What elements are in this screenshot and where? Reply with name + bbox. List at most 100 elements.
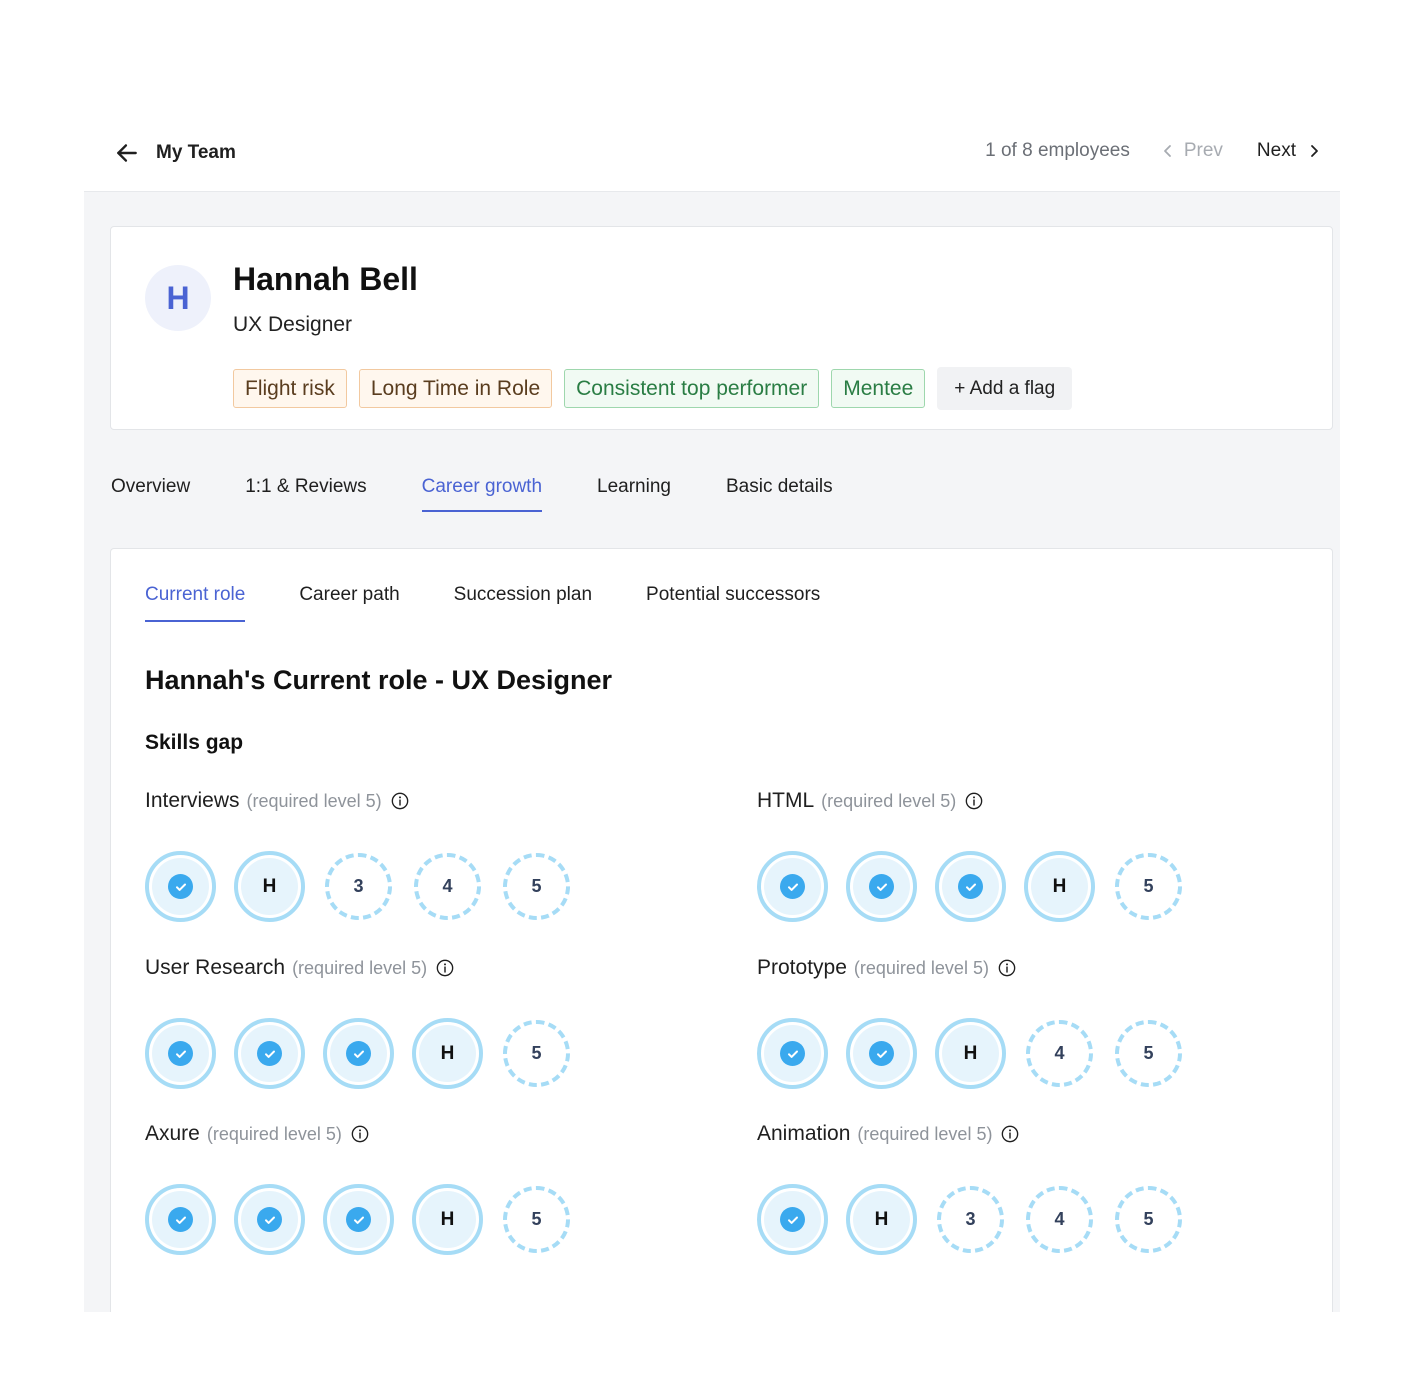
- skill-level-track: H5: [145, 1184, 625, 1255]
- current-level-initial: H: [1052, 875, 1067, 897]
- level-pending: 4: [1026, 1186, 1093, 1253]
- back-to-my-team[interactable]: My Team: [114, 140, 236, 166]
- career-growth-panel: Current role Career path Succession plan…: [110, 548, 1333, 1312]
- section-title: Hannah's Current role - UX Designer: [145, 665, 613, 695]
- flag-long-time-in-role[interactable]: Long Time in Role: [358, 369, 553, 408]
- skill-name: HTML: [757, 789, 815, 812]
- current-level-marker: H: [935, 1018, 1006, 1089]
- level-pending: 5: [1115, 1186, 1182, 1253]
- level-number: 5: [531, 876, 542, 896]
- top-bar: My Team 1 of 8 employees Prev Next: [84, 120, 1340, 192]
- flag-consistent-top-performer[interactable]: Consistent top performer: [564, 369, 820, 408]
- chevron-left-icon: [1163, 145, 1171, 157]
- flag-mentee[interactable]: Mentee: [831, 369, 926, 408]
- flag-flight-risk[interactable]: Flight risk: [233, 369, 347, 408]
- tab-learning[interactable]: Learning: [597, 476, 671, 512]
- skill-header: Animation (required level 5): [757, 1120, 1237, 1148]
- skill-name: Animation: [757, 1122, 851, 1145]
- check-icon: [869, 874, 894, 899]
- skill-header: HTML (required level 5): [757, 787, 1237, 815]
- skill-block: HTML (required level 5) H 5: [757, 787, 1237, 922]
- current-level-initial: H: [440, 1208, 455, 1230]
- level-pending: 5: [1115, 1020, 1182, 1087]
- prev-label: Prev: [1183, 140, 1223, 161]
- info-icon[interactable]: [436, 959, 454, 977]
- check-icon: [168, 874, 193, 899]
- skill-requirement: (required level 5): [821, 790, 957, 811]
- skill-level-track: H 3 4 5: [145, 851, 625, 922]
- current-level-marker: H: [234, 851, 305, 922]
- skill-level-track: H 4 5: [757, 1018, 1237, 1089]
- back-label: My Team: [156, 142, 236, 163]
- check-icon: [346, 1041, 371, 1066]
- skill-requirement: (required level 5): [857, 1123, 993, 1144]
- level-number: 5: [1143, 1209, 1154, 1229]
- subtab-career-path[interactable]: Career path: [299, 584, 399, 622]
- level-pending: 5: [503, 1186, 570, 1253]
- skill-requirement: (required level 5): [246, 790, 382, 811]
- current-level-initial: H: [963, 1042, 978, 1064]
- level-pending: 3: [937, 1186, 1004, 1253]
- employee-pager: 1 of 8 employees Prev Next: [985, 140, 1322, 162]
- info-icon[interactable]: [965, 792, 983, 810]
- level-number: 5: [531, 1043, 542, 1063]
- check-icon: [869, 1041, 894, 1066]
- info-icon[interactable]: [351, 1125, 369, 1143]
- level-achieved-check-icon: [145, 851, 216, 922]
- skill-block: Animation (required level 5) H 3 4 5: [757, 1120, 1237, 1255]
- level-number: 3: [965, 1209, 976, 1229]
- level-number: 3: [353, 876, 364, 896]
- tab-basic-details[interactable]: Basic details: [726, 476, 833, 512]
- current-level-initial: H: [440, 1042, 455, 1064]
- level-achieved-check-icon: [323, 1184, 394, 1255]
- check-icon: [257, 1207, 282, 1232]
- level-achieved-check-icon: [145, 1018, 216, 1089]
- skill-header: Prototype (required level 5): [757, 954, 1237, 982]
- current-level-marker: H: [1024, 851, 1095, 922]
- info-icon[interactable]: [391, 792, 409, 810]
- tab-reviews[interactable]: 1:1 & Reviews: [245, 476, 366, 512]
- level-achieved-check-icon: [757, 851, 828, 922]
- skill-block: Prototype (required level 5) H 4 5: [757, 954, 1237, 1089]
- level-number: 4: [1054, 1209, 1065, 1229]
- level-achieved-check-icon: [846, 851, 917, 922]
- flag-list: Flight risk Long Time in Role Consistent…: [233, 367, 1073, 410]
- level-pending: 5: [503, 1020, 570, 1087]
- info-icon[interactable]: [998, 959, 1016, 977]
- current-level-marker: H: [846, 1184, 917, 1255]
- level-pending: 5: [1115, 853, 1182, 920]
- arrow-left-icon: [117, 144, 137, 162]
- subtab-potential-successors[interactable]: Potential successors: [646, 584, 820, 622]
- skill-level-track: H5: [757, 851, 1237, 922]
- current-level-marker: H: [412, 1184, 483, 1255]
- check-icon: [168, 1041, 193, 1066]
- add-flag-button[interactable]: + Add a flag: [937, 367, 1073, 410]
- check-icon: [780, 1207, 805, 1232]
- pager-count: 1 of 8 employees: [985, 140, 1130, 161]
- subtab-current-role[interactable]: Current role: [145, 584, 246, 622]
- level-achieved-check-icon: [323, 1018, 394, 1089]
- skill-name: Interviews: [145, 789, 240, 812]
- skill-name: User Research: [145, 956, 286, 979]
- level-achieved-check-icon: [145, 1184, 216, 1255]
- tab-overview[interactable]: Overview: [111, 476, 190, 512]
- skill-block: Interviews (required level 5) H 3 4 5: [145, 787, 625, 922]
- skill-name: Axure: [145, 1122, 200, 1145]
- level-number: 4: [442, 876, 453, 896]
- subtab-succession-plan[interactable]: Succession plan: [454, 584, 592, 622]
- avatar: H: [145, 265, 211, 331]
- skill-block: Axure (required level 5) H 5: [145, 1120, 625, 1255]
- next-button[interactable]: Next: [1257, 140, 1322, 162]
- info-icon[interactable]: [1001, 1125, 1019, 1143]
- check-icon: [168, 1207, 193, 1232]
- skill-header: User Research (required level 5): [145, 954, 625, 982]
- sub-tabs: Current role Career path Succession plan…: [145, 584, 874, 622]
- level-number: 5: [531, 1209, 542, 1229]
- level-number: 4: [1054, 1043, 1065, 1063]
- employee-name: Hannah Bell: [233, 261, 418, 297]
- current-level-initial: H: [874, 1208, 889, 1230]
- tab-career-growth[interactable]: Career growth: [421, 476, 543, 512]
- prev-button[interactable]: Prev: [1160, 140, 1223, 162]
- skill-name: Prototype: [757, 956, 847, 979]
- skills-gap-heading: Skills gap: [145, 731, 244, 754]
